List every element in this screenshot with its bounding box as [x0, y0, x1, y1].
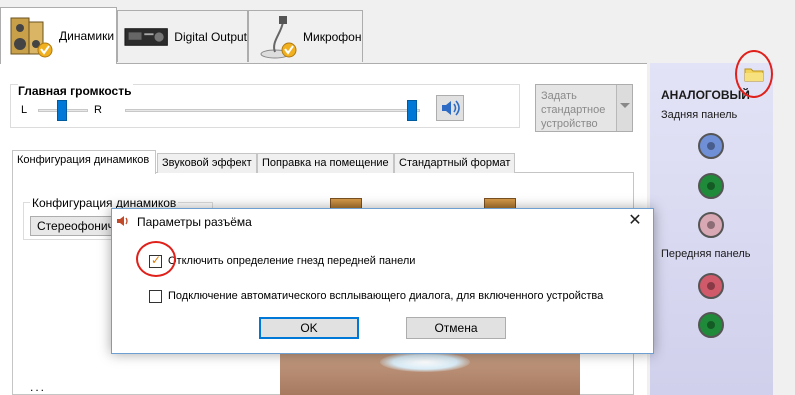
speaker-icon — [117, 216, 128, 226]
balance-slider[interactable] — [57, 100, 67, 121]
ok-button[interactable]: OK — [259, 317, 359, 339]
folder-annotation-circle — [735, 50, 773, 98]
mute-button[interactable] — [436, 95, 464, 121]
tab-digital-output-label: Digital Output — [174, 29, 247, 44]
tab-speaker-config[interactable]: Конфигурация динамиков — [12, 150, 156, 174]
disable-front-jack-detection-label: Отключить определение гнезд передней пан… — [168, 255, 416, 267]
truncated-text: ... — [30, 380, 47, 394]
microphone-icon — [260, 15, 297, 58]
rear-jack-pink[interactable] — [698, 212, 724, 238]
tab-speakers-label: Динамики — [59, 29, 115, 43]
balance-left-label: L — [21, 104, 28, 116]
jack-panel-heading: АНАЛОГОВЫЙ — [661, 88, 750, 102]
set-default-label: Задать стандартное устройство — [541, 90, 606, 130]
speaker-volume-icon — [442, 100, 460, 116]
tab-microphone[interactable]: Микрофон — [248, 10, 363, 62]
rear-jack-green[interactable] — [698, 173, 724, 199]
chevron-down-icon — [620, 103, 630, 108]
auto-popup-dialog-checkbox[interactable] — [149, 290, 162, 303]
tab-room-correction[interactable]: Поправка на помещение — [257, 153, 394, 173]
volume-track — [125, 109, 420, 112]
balance-right-label: R — [94, 104, 102, 116]
tab-sound-effect[interactable]: Звуковой эффект — [157, 153, 257, 173]
front-jack-pink[interactable] — [698, 273, 724, 299]
rear-panel-label: Задняя панель — [661, 109, 738, 121]
checkbox-annotation-circle — [136, 241, 176, 277]
front-jack-green[interactable] — [698, 312, 724, 338]
speakers-icon — [10, 17, 53, 58]
volume-slider[interactable] — [407, 100, 417, 121]
window-edge — [773, 0, 795, 395]
set-default-dropdown[interactable] — [616, 85, 632, 131]
cancel-button[interactable]: Отмена — [406, 317, 506, 339]
tab-digital-output[interactable]: Digital Output — [117, 10, 248, 62]
master-volume-title: Главная громкость — [18, 84, 134, 98]
auto-popup-dialog-label: Подключение автоматического всплывающего… — [168, 290, 604, 302]
close-icon[interactable]: ✕ — [625, 211, 645, 231]
tab-microphone-label: Микрофон — [303, 29, 362, 44]
dialog-title: Параметры разъёма — [137, 215, 252, 229]
tab-default-format[interactable]: Стандартный формат — [394, 153, 515, 173]
rear-jack-blue[interactable] — [698, 133, 724, 159]
receiver-icon — [124, 27, 168, 46]
front-panel-label: Передняя панель — [661, 248, 751, 260]
set-default-button[interactable]: Задать стандартное устройство — [535, 84, 633, 132]
speaker-config-select[interactable]: Стереофонический — [30, 216, 114, 236]
connector-settings-dialog: Параметры разъёма ✕ Отключить определени… — [111, 208, 654, 354]
listener-glow-graphic — [380, 352, 470, 372]
tab-speakers[interactable]: Динамики — [0, 7, 117, 64]
